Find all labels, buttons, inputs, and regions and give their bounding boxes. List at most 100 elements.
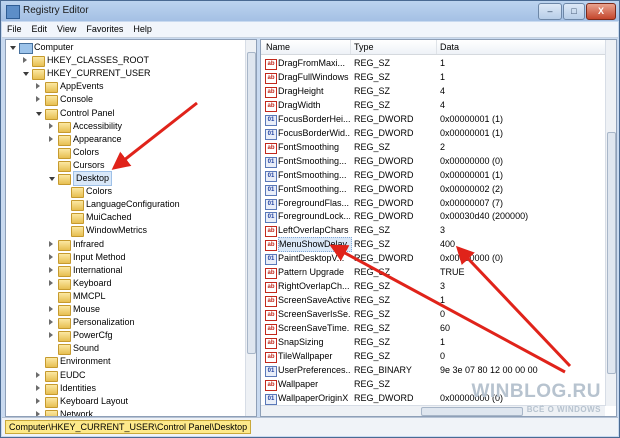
expand-arrow-icon[interactable] xyxy=(49,122,53,129)
folder-icon xyxy=(58,291,71,303)
folder-icon xyxy=(32,56,45,68)
value-name: DragFromMaxi... xyxy=(278,58,346,68)
expand-arrow-icon[interactable] xyxy=(36,371,40,378)
value-row[interactable]: ab DragWidth REG_SZ 4 xyxy=(261,99,605,112)
value-name: FontSmoothing... xyxy=(278,169,347,180)
tree-node-label: Identities xyxy=(60,382,97,393)
column-header-type[interactable]: Type xyxy=(354,42,374,52)
collapse-arrow-icon[interactable] xyxy=(36,111,42,116)
list-vertical-scrollbar[interactable] xyxy=(605,40,616,406)
collapse-arrow-icon[interactable] xyxy=(23,72,29,77)
expand-arrow-icon[interactable] xyxy=(36,410,40,416)
collapse-arrow-icon[interactable] xyxy=(49,177,55,181)
expand-arrow-icon[interactable] xyxy=(49,279,53,286)
value-row[interactable]: ab Pattern Upgrade REG_SZ TRUE xyxy=(261,266,605,280)
value-row[interactable]: ab ScreenSaverIsSe... REG_SZ 0 xyxy=(261,308,605,322)
expand-arrow-icon[interactable] xyxy=(49,135,53,142)
list-scroll-thumb[interactable] xyxy=(607,132,616,374)
title-bar[interactable]: Registry Editor – □ X xyxy=(1,1,619,21)
value-type: REG_BINARY xyxy=(354,364,412,375)
watermark: WINBLOG.RU ВСЁ О WINDOWS xyxy=(471,381,605,421)
tree-node-label: AppEvents xyxy=(60,81,104,92)
value-row[interactable]: 01 UserPreferences... REG_BINARY 9e 3e 07 8… xyxy=(261,364,605,377)
expand-arrow-icon[interactable] xyxy=(36,384,40,391)
folder-icon xyxy=(71,226,84,238)
value-type: REG_SZ xyxy=(354,267,391,278)
value-row[interactable]: 01 ForegroundLock... REG_DWORD 0x00030d40 (… xyxy=(261,210,605,224)
folder-icon xyxy=(32,69,45,81)
folder-icon xyxy=(58,174,71,185)
expand-arrow-icon[interactable] xyxy=(36,83,40,90)
value-data: 0x00000001 (1) xyxy=(440,127,504,138)
folder-icon xyxy=(45,108,58,120)
value-row[interactable]: ab RightOverlapCh... REG_SZ 3 xyxy=(261,280,605,294)
tree-node-label: Control Panel xyxy=(60,107,115,118)
value-data: 1 xyxy=(440,58,446,68)
string-value-icon: ab xyxy=(265,72,277,84)
menu-help[interactable]: Help xyxy=(128,22,157,34)
window-title: Registry Editor xyxy=(23,5,89,16)
expand-arrow-icon[interactable] xyxy=(36,397,40,404)
tree-node-label: International xyxy=(73,264,123,275)
expand-arrow-icon[interactable] xyxy=(49,332,53,339)
value-type: REG_SZ xyxy=(354,378,391,389)
tree-node-label: LanguageConfiguration xyxy=(86,199,180,210)
column-header-name[interactable]: Name xyxy=(266,42,290,52)
expand-arrow-icon[interactable] xyxy=(36,96,40,103)
value-row[interactable]: ab DragHeight REG_SZ 4 xyxy=(261,85,605,98)
tree-node-label: Sound xyxy=(73,343,100,354)
expand-arrow-icon[interactable] xyxy=(49,240,53,247)
value-name: PaintDesktopV... xyxy=(278,253,345,264)
value-row[interactable]: ab LeftOverlapChars REG_SZ 3 xyxy=(261,224,605,238)
value-row[interactable]: 01 FontSmoothing... REG_DWORD 0x00000000 (0… xyxy=(261,155,605,168)
value-row[interactable]: ab SnapSizing REG_SZ 1 xyxy=(261,336,605,349)
value-row[interactable]: ab ScreenSaveActive REG_SZ 1 xyxy=(261,294,605,308)
expand-arrow-icon[interactable] xyxy=(49,319,53,326)
value-name: ForegroundFlas... xyxy=(278,197,350,208)
tree-node-label: Personalization xyxy=(73,317,135,328)
value-name: FocusBorderHei... xyxy=(278,113,350,124)
binary-value-icon: 01 xyxy=(265,170,277,182)
menu-edit[interactable]: Edit xyxy=(27,22,53,34)
menu-file[interactable]: File xyxy=(2,22,27,34)
tree-node-label: MMCPL xyxy=(73,290,106,301)
registry-tree[interactable]: Computer HKEY_CLASSES_ROOT HKEY_CURRENT_US… xyxy=(5,39,257,417)
value-type: REG_SZ xyxy=(354,323,391,334)
value-row[interactable]: 01 ForegroundFlas... REG_DWORD 0x00000007 (… xyxy=(261,197,605,210)
expand-arrow-icon[interactable] xyxy=(49,266,53,273)
minimize-button[interactable]: – xyxy=(538,3,562,20)
column-header-data[interactable]: Data xyxy=(440,42,459,52)
maximize-button[interactable]: □ xyxy=(563,3,585,20)
menu-view[interactable]: View xyxy=(52,22,81,34)
value-row[interactable]: ab DragFromMaxi... REG_SZ 1 xyxy=(261,57,605,70)
value-row[interactable]: 01 FocusBorderWid... REG_DWORD 0x00000001 (… xyxy=(261,127,605,140)
value-data: 0 xyxy=(440,309,446,320)
value-row[interactable]: ab DragFullWindows REG_SZ 1 xyxy=(261,71,605,84)
value-row[interactable]: 01 FontSmoothing... REG_DWORD 0x00000002 (2… xyxy=(261,183,605,196)
expand-arrow-icon[interactable] xyxy=(23,57,27,64)
value-name: LeftOverlapChars xyxy=(278,225,349,236)
tree-vertical-scrollbar[interactable] xyxy=(245,40,256,416)
value-type: REG_SZ xyxy=(354,141,391,152)
value-row[interactable]: ab FontSmoothing REG_SZ 2 xyxy=(261,141,605,154)
expand-arrow-icon[interactable] xyxy=(49,306,53,312)
tree-node-label: HKEY_CLASSES_ROOT xyxy=(47,55,150,66)
value-row[interactable]: ab ScreenSaveTime... REG_SZ 60 xyxy=(261,322,605,336)
computer-icon xyxy=(19,43,33,54)
value-row[interactable]: ab MenuShowDelay REG_SZ 400 xyxy=(261,237,605,253)
value-row[interactable]: 01 PaintDesktopV... REG_DWORD 0x00000000 (0… xyxy=(261,252,605,266)
value-data: 2 xyxy=(440,141,446,152)
value-row[interactable]: ab TileWallpaper REG_SZ 0 xyxy=(261,350,605,363)
collapse-arrow-icon[interactable] xyxy=(10,46,16,50)
expand-arrow-icon[interactable] xyxy=(49,253,53,260)
value-data: 0x00000002 (2) xyxy=(440,183,504,194)
folder-icon xyxy=(58,160,71,172)
value-row[interactable]: 01 FontSmoothing... REG_DWORD 0x00000001 (1… xyxy=(261,169,605,182)
value-name: ScreenSaverIsSe... xyxy=(278,309,350,320)
value-type: REG_SZ xyxy=(354,309,391,320)
menu-favorites[interactable]: Favorites xyxy=(81,22,128,34)
value-row[interactable]: 01 FocusBorderHei... REG_DWORD 0x00000001 (… xyxy=(261,113,605,126)
tree-scroll-thumb[interactable] xyxy=(247,52,256,354)
close-button[interactable]: X xyxy=(586,3,616,20)
values-list[interactable]: Name Type Data ab DragFromMaxi... REG_SZ 1 a… xyxy=(260,39,617,417)
